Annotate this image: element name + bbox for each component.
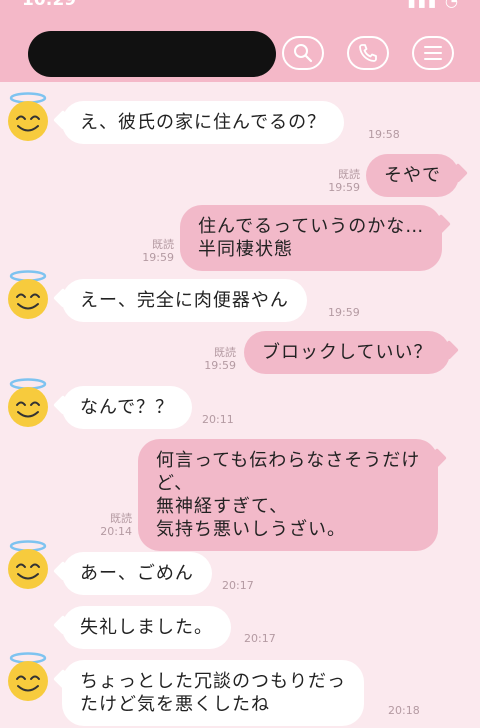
message-time: 19:59 <box>204 359 236 372</box>
message-text: 失礼しました。 <box>80 617 213 638</box>
message-text-line: 半同棲状態 <box>198 239 293 260</box>
message-time: 20:17 <box>244 632 276 645</box>
message-text: えー、完全に肉便器やん <box>80 290 289 311</box>
status-time: 10:29 <box>22 0 77 10</box>
message-text-line: ちょっとした冗談のつもりだっ <box>80 671 346 692</box>
outgoing-message[interactable]: 何言っても伝わらなさそうだけ ど、 無神経すぎて、 気持ち悪いしうざい。 <box>138 439 439 551</box>
read-receipt: 既読 <box>152 238 174 251</box>
message-time: 19:59 <box>328 306 360 319</box>
contact-name-redacted[interactable] <box>28 31 276 77</box>
outgoing-message[interactable]: 住んでるっていうのかな… 半同棲状態 <box>180 205 443 271</box>
message-text-line: 何言っても伝わらなさそうだけ <box>156 450 421 471</box>
incoming-message[interactable]: なんで？？ <box>62 386 193 429</box>
angel-avatar-icon[interactable] <box>4 92 52 142</box>
outgoing-message[interactable]: そやで <box>366 154 459 197</box>
read-receipt: 既読 <box>214 346 236 359</box>
read-receipt: 既読 <box>338 168 360 181</box>
phone-icon <box>359 44 377 62</box>
message-time: 19:59 <box>328 181 360 194</box>
message-time: 20:11 <box>202 413 234 426</box>
angel-avatar-icon[interactable] <box>4 540 52 590</box>
incoming-message[interactable]: あー、ごめん <box>62 552 212 595</box>
message-read-meta: 既読 19:59 <box>138 238 174 264</box>
menu-button[interactable] <box>412 36 454 70</box>
message-time: 19:59 <box>142 251 174 264</box>
menu-icon <box>424 46 442 60</box>
message-text-line: 気持ち悪いしうざい。 <box>156 519 346 540</box>
message-text: ブロックしていい？ <box>262 342 433 363</box>
message-text: え、彼氏の家に住んでるの？ <box>80 112 327 133</box>
call-button[interactable] <box>347 36 389 70</box>
message-text: なんで？？ <box>80 397 175 418</box>
search-icon <box>294 44 313 63</box>
outgoing-message[interactable]: ブロックしていい？ <box>244 331 451 374</box>
incoming-message[interactable]: えー、完全に肉便器やん <box>62 279 307 322</box>
message-text-line: 無神経すぎて、 <box>156 496 289 517</box>
angel-avatar-icon[interactable] <box>4 378 52 428</box>
message-time: 19:58 <box>368 128 400 141</box>
read-receipt: 既読 <box>110 512 132 525</box>
message-text: あー、ごめん <box>80 563 194 584</box>
message-read-meta: 既読 19:59 <box>326 168 360 194</box>
message-text-line: 住んでるっていうのかな… <box>198 216 425 237</box>
message-time: 20:14 <box>100 525 132 538</box>
incoming-message[interactable]: ちょっとした冗談のつもりだっ たけど気を悪くしたね <box>62 660 364 726</box>
angel-avatar-icon[interactable] <box>4 652 52 702</box>
message-read-meta: 既読 19:59 <box>200 346 236 372</box>
incoming-message[interactable]: 失礼しました。 <box>62 606 231 649</box>
incoming-message[interactable]: え、彼氏の家に住んでるの？ <box>62 101 345 144</box>
message-text-line: たけど気を悪くしたね <box>80 694 270 715</box>
message-read-meta: 既読 20:14 <box>96 512 132 538</box>
message-time: 20:17 <box>222 579 254 592</box>
chat-header: 10:29 ▮▮▮ ◔ <box>0 0 480 82</box>
message-text: そやで <box>384 165 441 186</box>
message-time: 20:18 <box>388 704 420 717</box>
message-text-line: ど、 <box>156 473 194 494</box>
angel-avatar-icon[interactable] <box>4 270 52 320</box>
search-button[interactable] <box>282 36 324 70</box>
status-icons: ▮▮▮ ◔ <box>407 0 460 10</box>
